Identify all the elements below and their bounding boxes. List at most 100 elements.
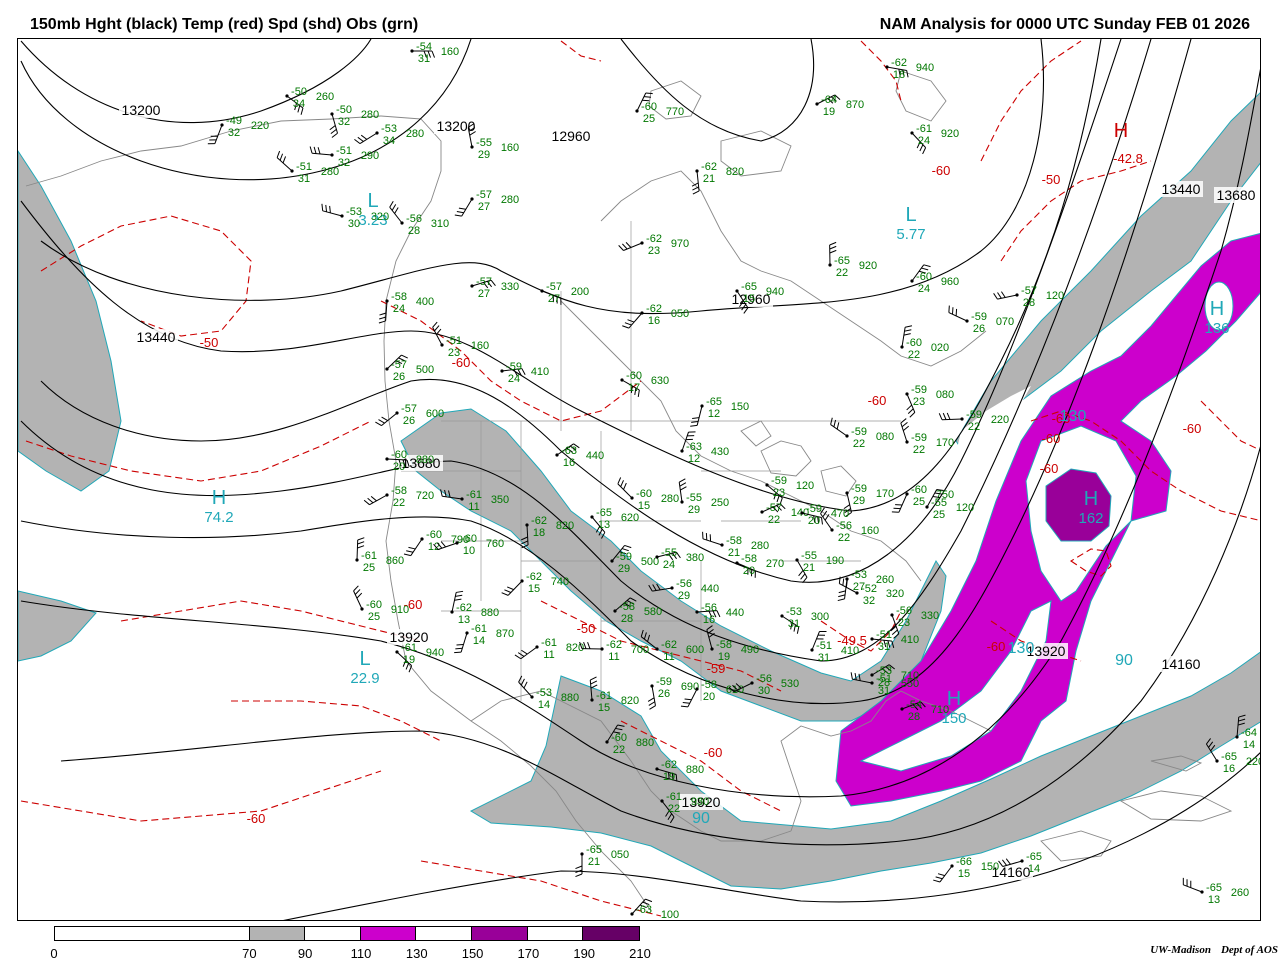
obs-height: 330 xyxy=(921,610,939,622)
obs-temp: -66 xyxy=(956,856,972,868)
obs-temp: -61 xyxy=(541,637,557,649)
obs-dewpoint: 24 xyxy=(918,135,930,147)
height-label: 13200 xyxy=(122,102,161,118)
temperature-label: -60 xyxy=(932,163,951,178)
obs-temp: -50 xyxy=(291,86,307,98)
obs-dewpoint: 16 xyxy=(563,457,575,469)
wind-barb-flag xyxy=(277,151,279,158)
station-observation: -5628310 xyxy=(390,201,449,237)
wind-barb xyxy=(438,543,457,550)
obs-dewpoint: 20 xyxy=(393,461,405,473)
obs-temp: -59 xyxy=(911,432,927,444)
colorbar-segment xyxy=(528,927,584,940)
obs-dewpoint: 12 xyxy=(708,408,720,420)
wind-barb-flag xyxy=(676,552,680,558)
obs-dewpoint: 28 xyxy=(621,613,633,625)
obs-temp: -61 xyxy=(596,690,612,702)
obs-dewpoint: 32 xyxy=(863,595,875,607)
wind-barb xyxy=(323,211,342,216)
station-observation: -6111820 xyxy=(515,637,584,661)
obs-temp: -58 xyxy=(726,535,742,547)
obs-dewpoint: 25 xyxy=(368,611,380,623)
wind-barb-flag xyxy=(717,611,720,617)
obs-dewpoint: 24 xyxy=(663,559,675,571)
wind-barb-flag xyxy=(691,422,698,423)
obs-height: 530 xyxy=(781,678,799,690)
colorbar-segment xyxy=(55,927,250,940)
station-observation: -5123160 xyxy=(433,322,490,359)
obs-temp: -55 xyxy=(931,497,947,509)
temperature-label: -60 xyxy=(868,393,887,408)
wind-barb-flag xyxy=(395,208,399,214)
speed-colorbar xyxy=(54,926,640,941)
wind-barb xyxy=(462,199,472,216)
obs-height: 160 xyxy=(441,46,459,58)
temperature-contour xyxy=(561,41,601,61)
temperature-label: -50 xyxy=(577,621,596,636)
height-contour xyxy=(41,39,1121,582)
obs-temp: -61 xyxy=(361,550,377,562)
station-observation: -5727280 xyxy=(455,189,519,216)
wind-barb xyxy=(521,647,537,659)
station-observation: -6218940 xyxy=(885,57,934,81)
obs-height: 610 xyxy=(726,684,744,696)
obs-temp: -56 xyxy=(836,520,852,532)
obs-height: 080 xyxy=(876,431,894,443)
obs-temp: -63 xyxy=(636,904,652,916)
obs-dewpoint: 29 xyxy=(688,504,700,516)
height-contour xyxy=(621,39,814,141)
obs-height: 160 xyxy=(501,142,519,154)
obs-dewpoint: 14 xyxy=(1028,863,1040,875)
obs-dewpoint: 31 xyxy=(818,652,830,664)
obs-temp: -58 xyxy=(716,639,732,651)
obs-temp: -62 xyxy=(891,57,907,69)
wind-barb-flag xyxy=(455,215,462,216)
obs-dewpoint: 22 xyxy=(913,444,925,456)
obs-temp: -62 xyxy=(531,515,547,527)
wind-barb xyxy=(949,313,967,321)
wind-barb-flag xyxy=(455,595,462,596)
obs-dewpoint: 21 xyxy=(703,173,715,185)
obs-height: 620 xyxy=(621,512,639,524)
obs-dewpoint: 19 xyxy=(663,771,675,783)
obs-height: 190 xyxy=(826,555,844,567)
pressure-center-letter: L xyxy=(367,190,378,212)
obs-height: 170 xyxy=(876,488,894,500)
height-label: 13440 xyxy=(137,329,176,345)
obs-height: 760 xyxy=(486,538,504,550)
colorbar-tick-label: 110 xyxy=(351,946,372,961)
obs-height: 940 xyxy=(766,286,784,298)
obs-temp: -58 xyxy=(619,601,635,613)
obs-height: 860 xyxy=(386,555,404,567)
obs-temp: -60 xyxy=(366,599,382,611)
wind-barb-flag xyxy=(676,775,677,782)
station-observation: -6119940 xyxy=(395,642,444,672)
credit-dept: Dept of AOS xyxy=(1221,944,1278,956)
wind-barb-flag xyxy=(692,418,699,419)
obs-dewpoint: 27 xyxy=(478,201,490,213)
obs-dewpoint: 19 xyxy=(403,654,415,666)
obs-height: 440 xyxy=(726,607,744,619)
wind-barb-flag xyxy=(591,685,597,688)
wind-barb-flag xyxy=(326,205,327,212)
temperature-label: -60 xyxy=(1183,421,1202,436)
wind-barb-flag xyxy=(830,242,836,245)
pressure-center: L22.9 xyxy=(350,648,379,687)
obs-temp: -60 xyxy=(906,337,922,349)
obs-dewpoint: 22 xyxy=(838,532,850,544)
station-observation: -6125860 xyxy=(355,538,404,574)
obs-temp: -61 xyxy=(471,623,487,635)
station-observation: -5728120 xyxy=(994,285,1065,309)
obs-temp: -60 xyxy=(611,732,627,744)
wind-barb-flag xyxy=(921,268,928,270)
obs-height: 120 xyxy=(796,480,814,492)
station-observation: -6312430 xyxy=(680,432,729,465)
wind-barb-flag xyxy=(504,590,510,593)
station-observation: -6022020 xyxy=(900,326,949,361)
obs-dewpoint: 34 xyxy=(383,135,395,147)
wind-barb-flag xyxy=(947,413,950,419)
wind-barb xyxy=(360,133,377,144)
wind-barb-flag xyxy=(838,595,845,597)
obs-temp: -59 xyxy=(966,409,982,421)
wind-barb-flag xyxy=(830,246,836,249)
